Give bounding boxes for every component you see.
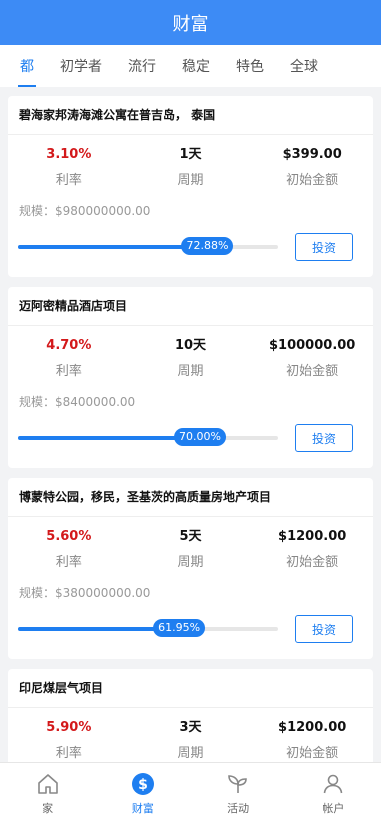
tab-popular[interactable]: 流行 xyxy=(118,45,166,87)
stat-amount: $1200.00 初始金额 xyxy=(251,527,373,570)
project-scale: 规模：$8400000.00 xyxy=(19,395,136,409)
amount-label: 初始金额 xyxy=(286,746,339,761)
rate-label: 利率 xyxy=(55,364,82,379)
project-scale: 规模：$980000000.00 xyxy=(19,204,151,218)
period-label: 周期 xyxy=(177,555,204,570)
progress-badge: 70.00% xyxy=(174,428,226,446)
tab-label: 特色 xyxy=(236,59,264,75)
rate-label: 利率 xyxy=(55,555,82,570)
stat-period: 5天 周期 xyxy=(130,527,252,570)
project-card[interactable]: 迈阿密精品酒店项目 4.70% 利率 10天 周期 $100000.00 初始金… xyxy=(8,287,373,468)
tab-label: 初学者 xyxy=(60,59,102,75)
tab-all[interactable]: 都 xyxy=(10,45,44,87)
period-label: 周期 xyxy=(177,746,204,761)
progress-row: 72.88% 投资 xyxy=(8,229,373,269)
stat-rate: 4.70% 利率 xyxy=(8,336,130,379)
project-title: 博蒙特公园，移民，圣基茨的高质量房地产项目 xyxy=(8,478,373,517)
project-title: 迈阿密精品酒店项目 xyxy=(8,287,373,326)
stat-period: 3天 周期 xyxy=(130,718,252,761)
progress-track: 61.95% xyxy=(18,619,278,637)
project-card[interactable]: 印尼煤层气项目 5.90% 利率 3天 周期 $1200.00 初始金额 xyxy=(8,669,373,762)
project-list[interactable]: 碧海家邦涛海滩公寓在普吉岛， 泰国 3.10% 利率 1天 周期 $399.00… xyxy=(0,96,381,762)
progress-row: 61.95% 投资 xyxy=(8,611,373,651)
nav-label: 财富 xyxy=(131,802,154,815)
project-card[interactable]: 碧海家邦涛海滩公寓在普吉岛， 泰国 3.10% 利率 1天 周期 $399.00… xyxy=(8,96,373,277)
stat-rate: 5.60% 利率 xyxy=(8,527,130,570)
rate-value: 4.70% xyxy=(46,338,92,353)
amount-value: $1200.00 xyxy=(278,720,347,735)
invest-button[interactable]: 投资 xyxy=(295,233,353,261)
progress-fill xyxy=(18,436,200,440)
amount-label: 初始金额 xyxy=(286,555,339,570)
nav-label: 活动 xyxy=(227,802,250,815)
period-value: 1天 xyxy=(179,147,202,162)
amount-value: $399.00 xyxy=(282,147,342,162)
category-tabs: 都 初学者 流行 稳定 特色 全球 xyxy=(0,45,381,87)
nav-home[interactable]: 家 xyxy=(0,763,95,823)
progress-badge: 72.88% xyxy=(181,237,234,255)
stat-rate: 5.90% 利率 xyxy=(8,718,130,761)
stat-amount: $399.00 初始金额 xyxy=(251,145,373,188)
tab-label: 稳定 xyxy=(182,59,210,75)
progress-badge: 61.95% xyxy=(153,619,206,637)
rate-value: 3.10% xyxy=(46,147,92,162)
amount-label: 初始金额 xyxy=(286,364,339,379)
project-stats: 5.90% 利率 3天 周期 $1200.00 初始金额 xyxy=(8,718,373,761)
svg-text:$: $ xyxy=(138,777,148,793)
nav-label: 帐户 xyxy=(322,802,345,815)
dollar-icon: $ xyxy=(131,773,154,795)
stat-period: 10天 周期 xyxy=(130,336,252,379)
nav-activity[interactable]: 活动 xyxy=(191,763,286,823)
rate-label: 利率 xyxy=(55,173,82,188)
project-stats: 3.10% 利率 1天 周期 $399.00 初始金额 xyxy=(8,145,373,188)
progress-track: 70.00% xyxy=(18,428,278,446)
period-value: 3天 xyxy=(179,720,202,735)
nav-wealth[interactable]: $ 财富 xyxy=(95,763,190,823)
stat-amount: $100000.00 初始金额 xyxy=(251,336,373,379)
tab-global[interactable]: 全球 xyxy=(280,45,328,87)
period-value: 5天 xyxy=(179,529,202,544)
tab-stable[interactable]: 稳定 xyxy=(172,45,220,87)
rate-value: 5.90% xyxy=(46,720,92,735)
project-card[interactable]: 博蒙特公园，移民，圣基茨的高质量房地产项目 5.60% 利率 5天 周期 $12… xyxy=(8,478,373,659)
amount-label: 初始金额 xyxy=(286,173,339,188)
stat-period: 1天 周期 xyxy=(130,145,252,188)
nav-account[interactable]: 帐户 xyxy=(286,763,381,823)
home-icon xyxy=(37,774,58,794)
tab-beginner[interactable]: 初学者 xyxy=(50,45,112,87)
stat-rate: 3.10% 利率 xyxy=(8,145,130,188)
invest-button[interactable]: 投资 xyxy=(295,615,353,643)
user-icon xyxy=(324,774,343,794)
project-stats: 5.60% 利率 5天 周期 $1200.00 初始金额 xyxy=(8,527,373,570)
stat-amount: $1200.00 初始金额 xyxy=(251,718,373,761)
progress-track: 72.88% xyxy=(18,237,278,255)
bottom-nav: 家 $ 财富 活动 帐户 xyxy=(0,762,381,823)
tab-label: 流行 xyxy=(128,59,156,75)
period-label: 周期 xyxy=(177,173,204,188)
period-value: 10天 xyxy=(174,338,207,353)
project-title: 印尼煤层气项目 xyxy=(8,669,373,708)
progress-fill xyxy=(18,245,208,249)
app-header: 财富 xyxy=(0,0,381,45)
project-title: 碧海家邦涛海滩公寓在普吉岛， 泰国 xyxy=(8,96,373,135)
invest-button[interactable]: 投资 xyxy=(295,424,353,452)
tab-featured[interactable]: 特色 xyxy=(226,45,274,87)
progress-row: 70.00% 投资 xyxy=(8,420,373,460)
sprout-icon xyxy=(228,775,247,793)
project-scale: 规模：$380000000.00 xyxy=(19,586,151,600)
nav-label: 家 xyxy=(42,802,54,815)
rate-label: 利率 xyxy=(55,746,82,761)
rate-value: 5.60% xyxy=(46,529,92,544)
amount-value: $100000.00 xyxy=(269,338,356,353)
tab-label: 都 xyxy=(20,59,34,75)
page-title: 财富 xyxy=(172,13,209,35)
period-label: 周期 xyxy=(177,364,204,379)
project-stats: 4.70% 利率 10天 周期 $100000.00 初始金额 xyxy=(8,336,373,379)
amount-value: $1200.00 xyxy=(278,529,347,544)
tab-label: 全球 xyxy=(290,59,318,75)
